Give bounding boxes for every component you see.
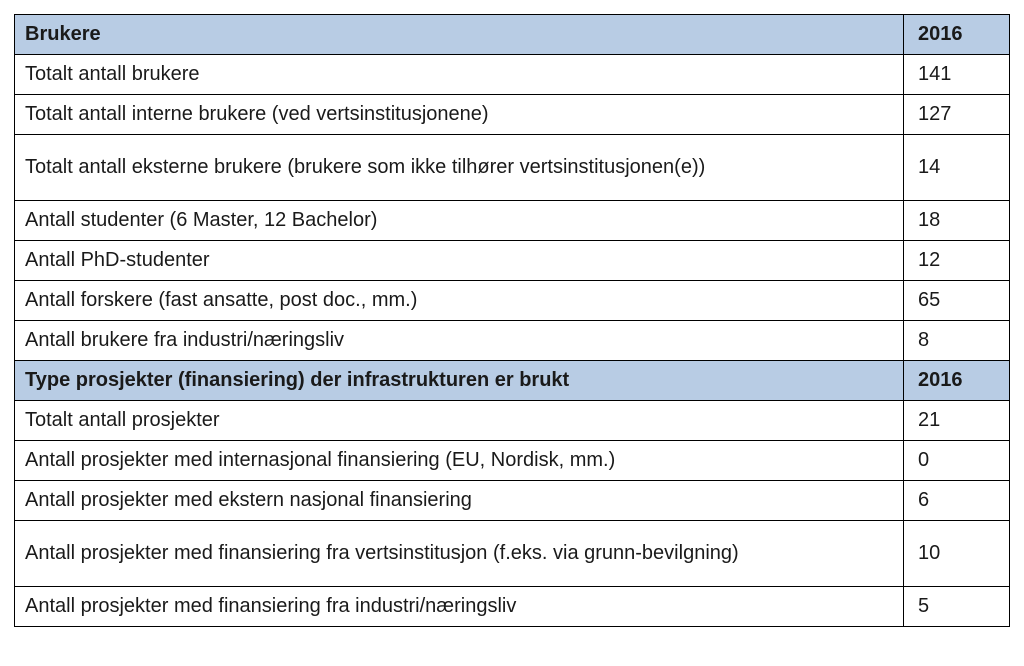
table-row: Antall prosjekter med internasjonal fina… — [15, 441, 1010, 481]
table-row: Antall prosjekter med finansiering fra v… — [15, 521, 1010, 587]
table-row: Totalt antall brukere141 — [15, 55, 1010, 95]
row-label: Antall PhD-studenter — [15, 241, 904, 281]
section-header-year: 2016 — [904, 361, 1010, 401]
section-header-row: Brukere2016 — [15, 15, 1010, 55]
table-row: Totalt antall prosjekter21 — [15, 401, 1010, 441]
row-value: 10 — [904, 521, 1010, 587]
row-value: 5 — [904, 587, 1010, 627]
table-row: Antall prosjekter med ekstern nasjonal f… — [15, 481, 1010, 521]
row-value: 8 — [904, 321, 1010, 361]
row-value: 12 — [904, 241, 1010, 281]
table-row: Totalt antall eksterne brukere (brukere … — [15, 135, 1010, 201]
table-row: Antall brukere fra industri/næringsliv8 — [15, 321, 1010, 361]
row-label: Antall brukere fra industri/næringsliv — [15, 321, 904, 361]
row-value: 141 — [904, 55, 1010, 95]
table-row: Totalt antall interne brukere (ved verts… — [15, 95, 1010, 135]
table-row: Antall prosjekter med finansiering fra i… — [15, 587, 1010, 627]
row-label: Totalt antall eksterne brukere (brukere … — [15, 135, 904, 201]
row-label: Totalt antall brukere — [15, 55, 904, 95]
row-label: Antall studenter (6 Master, 12 Bachelor) — [15, 201, 904, 241]
table-row: Antall forskere (fast ansatte, post doc.… — [15, 281, 1010, 321]
section-header-year: 2016 — [904, 15, 1010, 55]
row-value: 0 — [904, 441, 1010, 481]
row-label: Totalt antall prosjekter — [15, 401, 904, 441]
row-label: Totalt antall interne brukere (ved verts… — [15, 95, 904, 135]
row-value: 127 — [904, 95, 1010, 135]
row-label: Antall prosjekter med ekstern nasjonal f… — [15, 481, 904, 521]
table-row: Antall PhD-studenter12 — [15, 241, 1010, 281]
section-header-label: Type prosjekter (finansiering) der infra… — [15, 361, 904, 401]
row-value: 21 — [904, 401, 1010, 441]
table-body: Brukere2016Totalt antall brukere141Total… — [15, 15, 1010, 627]
row-label: Antall prosjekter med finansiering fra i… — [15, 587, 904, 627]
section-header-row: Type prosjekter (finansiering) der infra… — [15, 361, 1010, 401]
row-value: 65 — [904, 281, 1010, 321]
row-value: 14 — [904, 135, 1010, 201]
data-table: Brukere2016Totalt antall brukere141Total… — [14, 14, 1010, 627]
row-label: Antall forskere (fast ansatte, post doc.… — [15, 281, 904, 321]
row-value: 18 — [904, 201, 1010, 241]
section-header-label: Brukere — [15, 15, 904, 55]
row-value: 6 — [904, 481, 1010, 521]
row-label: Antall prosjekter med internasjonal fina… — [15, 441, 904, 481]
table-row: Antall studenter (6 Master, 12 Bachelor)… — [15, 201, 1010, 241]
row-label: Antall prosjekter med finansiering fra v… — [15, 521, 904, 587]
